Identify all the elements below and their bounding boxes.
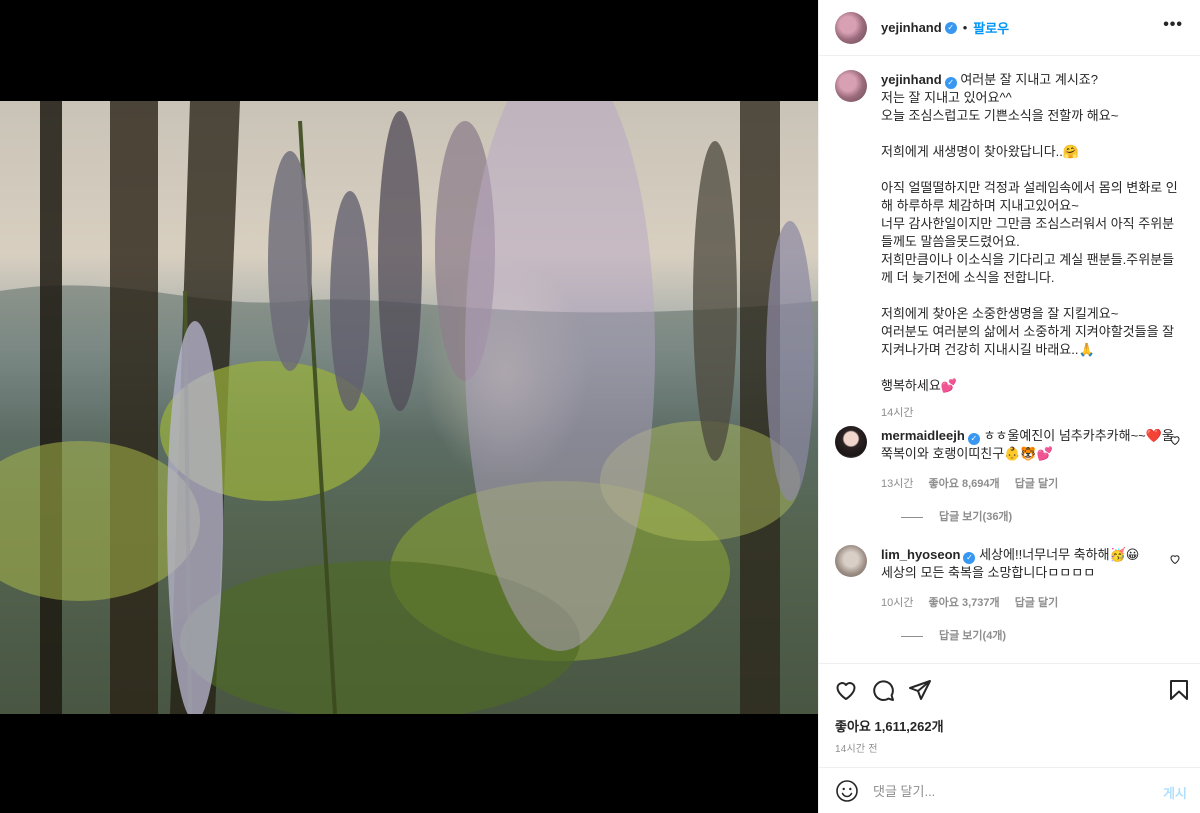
caption-time: 14시간: [881, 407, 914, 419]
commenter-username[interactable]: lim_hyoseon: [881, 547, 960, 562]
comment-likes[interactable]: 좋아요 8,694개: [929, 478, 1000, 490]
flower-photo-illustration: [0, 101, 818, 714]
view-replies-button[interactable]: 답글 보기(4개): [901, 627, 1006, 643]
author-avatar[interactable]: [835, 70, 867, 102]
post-timestamp: 14시간 전: [835, 744, 878, 755]
comment-like-heart-icon[interactable]: [1169, 553, 1181, 565]
comment-text: mermaidleejh ✓ ㅎㅎ울예진이 넘추카추카해~~❤️울쭉복이와 호랭이…: [881, 427, 1181, 463]
reply-button[interactable]: 답글 달기: [1015, 597, 1059, 609]
comment-meta: 10시간 좋아요 3,737개 답글 달기: [881, 594, 1070, 610]
post-comment-button[interactable]: 게시: [1163, 783, 1187, 802]
comment-likes[interactable]: 좋아요 3,737개: [929, 597, 1000, 609]
post-side-panel: yejinhand ✓ • 팔로우 ••• yejinhand ✓ 여러분 잘 지…: [818, 0, 1200, 813]
view-replies-label[interactable]: 답글 보기(36개): [939, 511, 1012, 523]
view-replies-label[interactable]: 답글 보기(4개): [939, 630, 1006, 642]
verified-badge-icon: ✓: [967, 433, 980, 445]
comment-meta: 13시간 좋아요 8,694개 답글 달기: [881, 475, 1070, 491]
caption-username[interactable]: yejinhand: [881, 72, 942, 87]
verified-badge-icon: ✓: [944, 77, 957, 89]
caption-body: 여러분 잘 지내고 계시죠? 저는 잘 지내고 있어요^^ 오늘 조심스럽고도 …: [881, 72, 1178, 393]
post-media: [0, 0, 818, 813]
author-avatar[interactable]: [835, 11, 867, 44]
comment-row: lim_hyoseon ✓ 세상에!!너무너무 축하해🥳😀 세상의 모든 축복을 …: [835, 545, 1185, 655]
follow-button[interactable]: 팔로우: [973, 18, 1009, 37]
post-header: yejinhand ✓ • 팔로우 •••: [819, 0, 1200, 56]
post-actions: 좋아요 1,611,262개 14시간 전: [819, 663, 1200, 767]
emoji-icon[interactable]: [835, 779, 859, 803]
commenter-avatar[interactable]: [835, 545, 867, 577]
comment-row: mermaidleejh ✓ ㅎㅎ울예진이 넘추카추카해~~❤️울쭉복이와 호랭이…: [835, 426, 1185, 536]
author-username[interactable]: yejinhand: [881, 20, 942, 35]
send-icon[interactable]: [908, 678, 932, 702]
comment-like-heart-icon[interactable]: [1169, 434, 1181, 446]
verified-badge-icon: ✓: [963, 552, 976, 564]
commenter-avatar[interactable]: [835, 426, 867, 458]
reply-button[interactable]: 답글 달기: [1015, 478, 1059, 490]
bookmark-icon[interactable]: [1167, 678, 1191, 702]
comments-section[interactable]: yejinhand ✓ 여러분 잘 지내고 계시죠? 저는 잘 지내고 있어요^^…: [819, 56, 1200, 663]
separator-dot: •: [962, 20, 968, 35]
replies-divider: [901, 516, 923, 518]
comment-text: lim_hyoseon ✓ 세상에!!너무너무 축하해🥳😀 세상의 모든 축복을 …: [881, 546, 1181, 582]
comment-time: 10시간: [881, 597, 914, 609]
replies-divider: [901, 635, 923, 637]
like-count[interactable]: 좋아요 1,611,262개: [835, 716, 944, 735]
comment-icon[interactable]: [871, 678, 895, 702]
caption-text: yejinhand ✓ 여러분 잘 지내고 계시죠? 저는 잘 지내고 있어요^^…: [881, 71, 1181, 395]
comment-time: 13시간: [881, 478, 914, 490]
comment-input[interactable]: [873, 780, 1143, 802]
instagram-post-modal: yejinhand ✓ • 팔로우 ••• yejinhand ✓ 여러분 잘 지…: [0, 0, 1200, 813]
caption-row: yejinhand ✓ 여러분 잘 지내고 계시죠? 저는 잘 지내고 있어요^^…: [835, 70, 1185, 419]
heart-icon[interactable]: [834, 678, 858, 702]
caption-meta: 14시간: [881, 404, 925, 420]
post-photo[interactable]: [0, 101, 818, 714]
verified-badge-icon: ✓: [944, 21, 957, 34]
comment-composer: 게시: [819, 767, 1200, 813]
commenter-username[interactable]: mermaidleejh: [881, 428, 965, 443]
view-replies-button[interactable]: 답글 보기(36개): [901, 508, 1012, 524]
more-options-icon[interactable]: •••: [1163, 16, 1183, 34]
